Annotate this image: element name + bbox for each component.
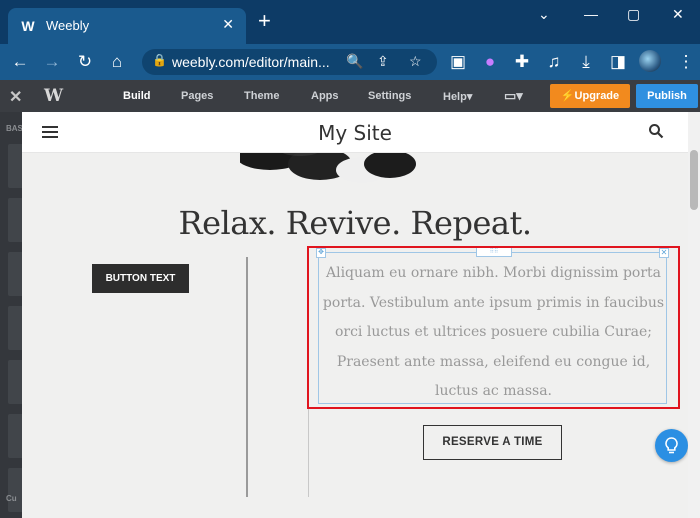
browser-tab[interactable]: W Weebly ✕ (8, 8, 246, 44)
tab-theme[interactable]: Theme (244, 90, 279, 102)
address-bar[interactable]: 🔒 weebly.com/editor/main... 🔍 ⇪ ☆ (142, 49, 437, 75)
sidebar-section-label: BAS (6, 124, 23, 133)
sidebar-element-tile[interactable] (8, 414, 22, 458)
publish-button[interactable]: Publish (636, 84, 698, 108)
profile-avatar[interactable] (639, 50, 661, 72)
highlight-outline (307, 246, 680, 409)
home-icon[interactable]: ⌂ (106, 52, 128, 72)
window-close-button[interactable]: ✕ (672, 6, 684, 23)
zoom-icon[interactable]: 🔍 (346, 53, 363, 70)
reload-icon[interactable]: ↻ (74, 52, 96, 72)
sidebar-element-tile[interactable] (8, 306, 22, 350)
sidebar-bottom-label: Cu (6, 494, 17, 503)
weebly-logo-icon: W (44, 86, 64, 106)
sidebar-element-tile[interactable] (8, 144, 22, 188)
tab-close-icon[interactable]: ✕ (222, 16, 234, 33)
tab-build[interactable]: Build (123, 90, 151, 102)
reserve-time-button[interactable]: RESERVE A TIME (423, 425, 562, 460)
menu-kebab-icon[interactable]: ⋮ (675, 52, 697, 72)
browser-tab-bar: W Weebly ✕ + ⌄ — ▢ ✕ (0, 0, 700, 44)
sidebar-element-tile[interactable] (8, 198, 22, 242)
back-arrow-icon[interactable]: ← (9, 52, 31, 72)
url-text: weebly.com/editor/main... (172, 54, 330, 70)
bookmark-star-icon[interactable]: ☆ (409, 53, 422, 70)
side-panel-icon[interactable]: ◨ (607, 52, 629, 72)
browser-toolbar: ← → ↻ ⌂ 🔒 weebly.com/editor/main... 🔍 ⇪ … (0, 44, 700, 80)
scrollbar-thumb[interactable] (690, 150, 698, 210)
tab-help[interactable]: Help▾ (443, 90, 472, 103)
minimize-button[interactable]: — (584, 6, 598, 22)
forward-arrow-icon[interactable]: → (41, 52, 63, 72)
extensions-puzzle-icon[interactable]: ✚ (511, 52, 533, 72)
download-icon[interactable]: ⤓ (575, 52, 597, 72)
lock-icon: 🔒 (152, 53, 167, 67)
tab-title: Weebly (46, 18, 90, 33)
site-search-icon[interactable] (648, 123, 664, 139)
tab-settings[interactable]: Settings (368, 90, 411, 102)
site-canvas: My Site Relax. Revive. Repeat. BUTTON TE… (22, 112, 688, 518)
help-lightbulb-button[interactable] (655, 429, 688, 462)
weebly-favicon-icon: W (21, 18, 35, 34)
extension-square-icon[interactable]: ▣ (447, 52, 469, 72)
placeholder-button[interactable]: BUTTON TEXT (92, 264, 189, 293)
tab-pages[interactable]: Pages (181, 90, 213, 102)
sidebar-element-tile[interactable] (8, 252, 22, 296)
tab-search-icon[interactable]: ⌄ (538, 6, 550, 23)
share-icon[interactable]: ⇪ (377, 53, 389, 70)
device-preview-icon[interactable]: ▭▾ (504, 88, 523, 104)
editor-close-icon[interactable]: ✕ (9, 87, 22, 107)
elements-sidebar: BAS Cu (0, 112, 23, 518)
upgrade-button[interactable]: ⚡Upgrade (550, 84, 630, 108)
sidebar-element-tile[interactable] (8, 360, 22, 404)
extension-orb-icon[interactable]: ● (479, 52, 501, 72)
column-divider (246, 257, 248, 497)
editor-top-bar: ✕ W Build Pages Theme Apps Settings Help… (0, 80, 700, 112)
new-tab-button[interactable]: + (258, 10, 271, 32)
canvas-scrollbar[interactable] (688, 112, 700, 518)
site-title[interactable]: My Site (22, 121, 688, 145)
tab-apps[interactable]: Apps (311, 90, 339, 102)
maximize-button[interactable]: ▢ (627, 6, 640, 23)
lightbulb-icon (665, 437, 678, 454)
sidebar-element-tile[interactable] (8, 468, 22, 512)
hero-heading[interactable]: Relax. Revive. Repeat. (22, 204, 688, 242)
site-header: My Site (22, 112, 688, 153)
media-control-icon[interactable]: ♫ (543, 52, 565, 72)
